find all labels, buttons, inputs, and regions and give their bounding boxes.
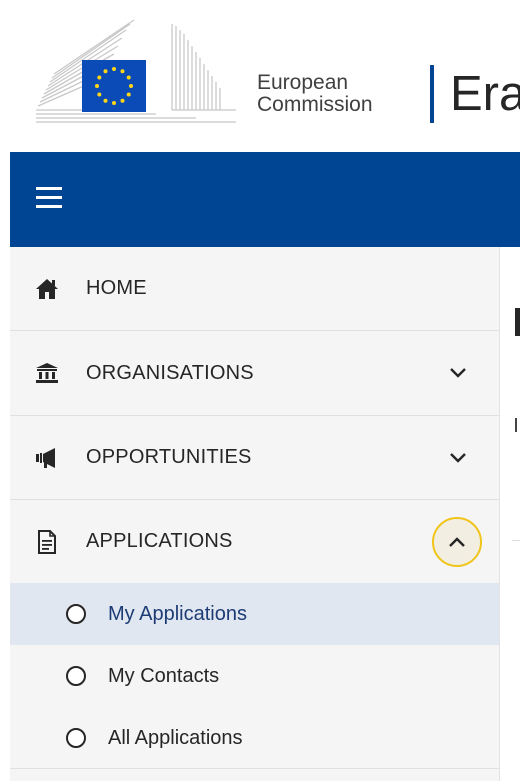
- sidebar-subitem-my-applications[interactable]: My Applications: [10, 583, 499, 645]
- sidebar-subitem-label: My Applications: [108, 602, 247, 625]
- divider: [10, 768, 499, 769]
- main-content-text-fragment: [515, 418, 517, 432]
- sidebar-item-organisations[interactable]: ORGANISATIONS: [10, 331, 499, 416]
- sidebar-item-label: OPPORTUNITIES: [86, 446, 252, 468]
- main-content-divider-fragment: [512, 540, 520, 541]
- sidebar-menu: HOME ORGANISATIONS OPPORTUNITIES APPLICA…: [10, 247, 499, 781]
- logo-divider: [430, 65, 434, 123]
- main-content-heading-fragment: [515, 308, 520, 336]
- sidebar-item-label: ORGANISATIONS: [86, 361, 254, 384]
- radio-icon: [66, 728, 86, 748]
- european-commission-logo[interactable]: [36, 18, 258, 126]
- radio-icon: [66, 666, 86, 686]
- sidebar-subitem-label: All Applications: [108, 726, 243, 749]
- site-title[interactable]: Era: [450, 64, 520, 124]
- org-name-line2: Commission: [257, 93, 373, 116]
- institution-icon: [34, 360, 60, 386]
- sidebar-subitem-all-applications[interactable]: All Applications: [10, 707, 499, 769]
- sidebar-subitem-label: My Contacts: [108, 664, 220, 687]
- org-name-line1: European: [257, 71, 349, 94]
- sidebar-item-opportunities[interactable]: OPPORTUNITIES: [10, 416, 499, 500]
- sidebar-item-label: APPLICATIONS: [86, 530, 233, 552]
- hamburger-icon[interactable]: [36, 187, 62, 211]
- org-name: European Commission: [257, 72, 373, 116]
- sidebar-subitem-my-contacts[interactable]: My Contacts: [10, 645, 499, 707]
- chevron-down-icon[interactable]: [442, 357, 474, 389]
- megaphone-icon: [34, 445, 60, 471]
- page: European Commission Era HOME ORGANISATIO…: [0, 0, 520, 781]
- radio-icon: [66, 604, 86, 624]
- home-icon: [34, 276, 60, 302]
- sidebar-item-home[interactable]: HOME: [10, 247, 499, 331]
- top-navigation-bar: [10, 152, 520, 247]
- sidebar-item-label: HOME: [86, 277, 147, 299]
- chevron-up-icon[interactable]: [432, 516, 482, 567]
- site-header: European Commission Era: [10, 0, 520, 152]
- chevron-down-icon[interactable]: [442, 442, 474, 474]
- sidebar-item-applications[interactable]: APPLICATIONS: [10, 500, 499, 583]
- document-icon: [34, 529, 60, 555]
